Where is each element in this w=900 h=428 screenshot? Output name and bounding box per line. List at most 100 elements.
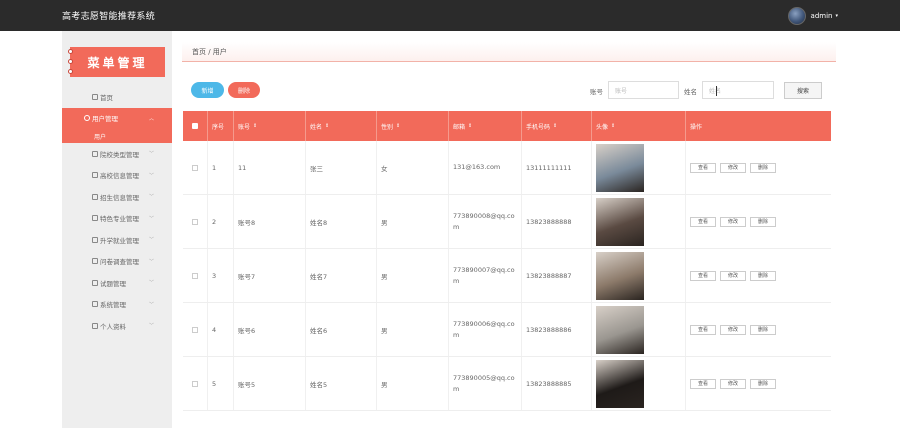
row-checkbox[interactable]	[192, 326, 198, 333]
sidebar-item[interactable]: 升学就业管理 ﹀	[62, 229, 172, 251]
sort-icon[interactable]: ⇕	[553, 123, 557, 129]
account-input[interactable]: 账号	[608, 81, 679, 99]
sidebar-item[interactable]: 试题管理 ﹀	[62, 272, 172, 294]
edit-button[interactable]: 修改	[720, 324, 746, 335]
row-checkbox[interactable]	[192, 380, 198, 387]
chevron-down-icon[interactable]: ﹀	[149, 193, 154, 200]
edit-button[interactable]: 修改	[720, 162, 746, 173]
sidebar-item[interactable]: 院校类型管理 ﹀	[62, 143, 172, 165]
app-title: 高考志愿智能推荐系统	[62, 12, 156, 22]
view-button[interactable]: 查看	[690, 270, 716, 281]
row-checkbox[interactable]	[192, 218, 198, 225]
sort-icon[interactable]: ⇕	[325, 123, 329, 129]
sidebar-item[interactable]: 高校信息管理 ﹀	[62, 165, 172, 187]
cell-phone: 13823888888	[522, 195, 592, 248]
sort-icon[interactable]: ⇕	[253, 123, 257, 129]
left-margin	[0, 31, 62, 428]
delete-row-button[interactable]: 删除	[750, 216, 776, 227]
cell-email: 773890008@qq.com	[449, 195, 522, 248]
sidebar-menu: 首页 用户管理 ︿ 用户 院校类型管理 ﹀ 高校信息管理 ﹀ 招生信息管理 ﹀ 特色专业管理 ﹀ 升学就…	[62, 86, 172, 337]
cell-index: 1	[208, 141, 234, 194]
chevron-down-icon[interactable]: ﹀	[149, 322, 154, 329]
chevron-down-icon[interactable]: ﹀	[149, 172, 154, 179]
sidebar-item[interactable]: 个人资料 ﹀	[62, 315, 172, 337]
user-icon	[84, 115, 90, 122]
sidebar-item-label: 个人资料	[100, 322, 126, 331]
chevron-down-icon[interactable]: ﹀	[149, 215, 154, 222]
sidebar-item[interactable]: 用户管理 ︿	[62, 107, 172, 129]
column-header[interactable]: 手机号码 ⇕	[522, 111, 592, 141]
select-all-checkbox[interactable]	[192, 123, 198, 129]
user-name[interactable]: admin	[811, 12, 833, 20]
user-photo[interactable]	[596, 143, 644, 192]
sidebar-item[interactable]: 问卷调查管理 ﹀	[62, 251, 172, 273]
view-button[interactable]: 查看	[690, 162, 716, 173]
binder-ring-icon	[68, 69, 73, 74]
table-row: 4 账号6 姓名6 男 773890006@qq.com 13823888886 查看 修改删…	[183, 303, 831, 357]
column-header[interactable]: 账号 ⇕	[234, 111, 306, 141]
row-select-cell	[183, 303, 208, 356]
view-button[interactable]: 查看	[690, 324, 716, 335]
user-photo[interactable]	[596, 197, 644, 246]
chevron-down-icon[interactable]: ﹀	[149, 236, 154, 243]
sidebar-item[interactable]: 系统管理 ﹀	[62, 294, 172, 316]
avatar[interactable]	[787, 7, 806, 25]
column-header[interactable]: 姓名 ⇕	[306, 111, 377, 141]
sidebar-item-label: 首页	[100, 93, 113, 102]
name-input[interactable]: 姓名	[702, 81, 774, 99]
submenu-item[interactable]: 用户	[62, 129, 172, 143]
column-header[interactable]: 性别 ⇕	[377, 111, 449, 141]
sort-icon[interactable]: ⇕	[468, 123, 472, 129]
view-button[interactable]: 查看	[690, 216, 716, 227]
sort-icon[interactable]: ⇕	[611, 123, 615, 129]
add-button[interactable]: 新增	[191, 82, 224, 98]
chevron-down-icon[interactable]: ﹀	[149, 279, 154, 286]
cell-index: 3	[208, 249, 234, 302]
edit-button[interactable]: 修改	[720, 270, 746, 281]
chevron-down-icon[interactable]: ▾	[835, 13, 838, 19]
delete-button[interactable]: 删除	[228, 82, 260, 98]
user-menu[interactable]: admin ▾	[787, 7, 838, 25]
edit-button[interactable]: 修改	[720, 378, 746, 389]
edit-button[interactable]: 修改	[720, 216, 746, 227]
user-photo[interactable]	[596, 359, 644, 408]
sidebar-item[interactable]: 特色专业管理 ﹀	[62, 208, 172, 230]
chevron-down-icon[interactable]: ﹀	[149, 258, 154, 265]
row-checkbox[interactable]	[192, 272, 198, 279]
sidebar: 菜单管理 首页 用户管理 ︿ 用户 院校类型管理 ﹀ 高校信息管理 ﹀ 招生信息管理 ﹀ 特色专业管…	[62, 31, 172, 428]
column-header-label: 操作	[690, 123, 703, 131]
breadcrumb-text[interactable]: 首页 / 用户	[192, 47, 227, 57]
school-icon	[92, 172, 98, 179]
cell-name: 姓名5	[306, 357, 377, 410]
chevron-up-icon[interactable]: ︿	[149, 115, 154, 122]
column-header[interactable]: 邮箱 ⇕	[449, 111, 522, 141]
sidebar-item-label: 招生信息管理	[100, 193, 139, 202]
user-photo[interactable]	[596, 251, 644, 300]
table-row: 2 账号8 姓名8 男 773890008@qq.com 13823888888 查看 修改删…	[183, 195, 831, 249]
sort-icon[interactable]: ⇕	[396, 123, 400, 129]
profile-icon	[92, 322, 98, 329]
delete-row-button[interactable]: 删除	[750, 270, 776, 281]
column-header-label: 手机号码	[526, 123, 551, 131]
cell-actions: 查看 修改 删除	[686, 249, 831, 302]
chevron-down-icon[interactable]: ﹀	[149, 301, 154, 308]
chevron-down-icon[interactable]: ﹀	[149, 150, 154, 157]
chart-icon	[92, 279, 98, 286]
delete-row-button[interactable]: 删除	[750, 378, 776, 389]
sidebar-item[interactable]: 首页	[62, 86, 172, 108]
sidebar-item[interactable]: 招生信息管理 ﹀	[62, 186, 172, 208]
delete-row-button[interactable]: 删除	[750, 162, 776, 173]
briefcase-icon	[92, 236, 98, 243]
cell-phone: 13823888885	[522, 357, 592, 410]
binder-ring-icon	[68, 59, 73, 64]
view-button[interactable]: 查看	[690, 378, 716, 389]
column-header[interactable]: 头像 ⇕	[592, 111, 686, 141]
user-photo[interactable]	[596, 305, 644, 354]
row-checkbox[interactable]	[192, 164, 198, 171]
cell-account: 账号7	[234, 249, 306, 302]
delete-row-button[interactable]: 删除	[750, 324, 776, 335]
search-button[interactable]: 搜索	[784, 82, 822, 99]
cell-gender: 男	[377, 249, 449, 302]
table-row: 3 账号7 姓名7 男 773890007@qq.com 13823888887 查看 修改删…	[183, 249, 831, 303]
cell-phone: 13823888886	[522, 303, 592, 356]
